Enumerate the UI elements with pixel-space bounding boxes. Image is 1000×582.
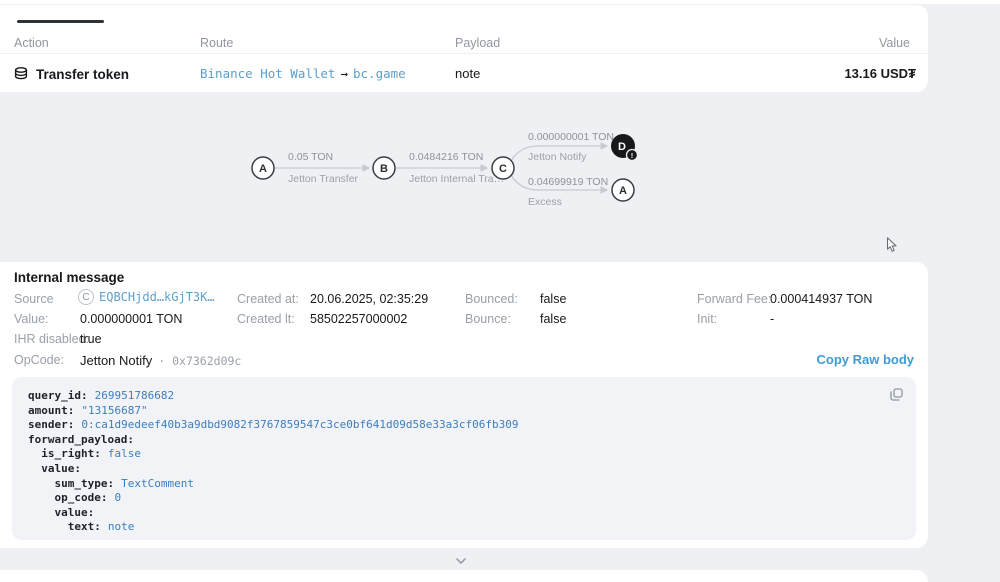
source-cell: C EQBCHjdd…kGjT3K… — [78, 289, 215, 305]
edge-amount: 0.0484216 TON — [409, 151, 483, 163]
route-to-link[interactable]: bc.game — [353, 66, 406, 81]
diagram-node-b[interactable]: B — [373, 157, 395, 179]
code-line: value: — [28, 506, 900, 521]
contract-badge-icon: C — [78, 289, 94, 305]
code-line: forward_payload: — [28, 433, 900, 448]
bounced-label: Bounced: — [465, 292, 518, 306]
route-cell: Binance Hot Wallet→bc.game — [200, 66, 406, 81]
opcode-hex: · 0x7362d09c — [158, 354, 241, 368]
expand-collapse-button[interactable] — [451, 553, 471, 569]
copy-raw-body-button[interactable]: Copy Raw body — [816, 352, 914, 367]
source-address-link[interactable]: EQBCHjdd…kGjT3K… — [99, 290, 215, 304]
svg-text:A: A — [619, 185, 627, 197]
database-icon — [14, 67, 28, 82]
edge-label: Jetton Transfer — [288, 173, 358, 185]
diagram-node-d-selected[interactable]: D ! — [611, 134, 638, 161]
edge-label: Excess — [528, 196, 562, 208]
route-arrow: → — [335, 66, 353, 81]
diagram-node-a2[interactable]: A — [612, 179, 634, 201]
created-lt-value: 58502257000002 — [310, 312, 407, 326]
column-header-action: Action — [14, 36, 49, 50]
copy-icon[interactable] — [890, 388, 903, 406]
edge-amount: 0.000000001 TON — [528, 131, 614, 143]
edge-amount: 0.04699919 TON — [528, 176, 608, 188]
code-line: text:note — [28, 520, 900, 535]
created-at-label: Created at: — [237, 292, 299, 306]
bounce-value: false — [540, 312, 566, 326]
svg-text:A: A — [259, 163, 267, 175]
payload-value: note — [455, 66, 480, 81]
svg-text:D: D — [618, 141, 626, 153]
edge-amount: 0.05 TON — [288, 151, 333, 163]
internal-message-card: Internal message Source C EQBCHjdd…kGjT3… — [0, 262, 928, 548]
code-line: op_code:0 — [28, 491, 900, 506]
svg-text:!: ! — [631, 151, 634, 160]
source-label: Source — [14, 292, 54, 306]
init-value: - — [770, 312, 774, 326]
header-divider — [0, 53, 928, 54]
init-label: Init: — [697, 312, 717, 326]
alert-badge-icon: ! — [627, 150, 638, 161]
ihr-disabled-value: true — [80, 332, 102, 346]
table-row-action-cell: Transfer token — [14, 63, 129, 85]
diagram-node-a1[interactable]: A — [252, 157, 274, 179]
bounced-value: false — [540, 292, 566, 306]
next-message-card[interactable] — [0, 570, 928, 582]
code-line: amount:"13156687" — [28, 404, 900, 419]
forward-fee-label: Forward Fee: — [697, 292, 771, 306]
code-line: is_right:false — [28, 447, 900, 462]
opcode-cell: Jetton Notify · 0x7362d09c — [80, 353, 241, 368]
transaction-trace-diagram: A B C D ! A 0.05 TON Jetton Transfer 0.0… — [225, 105, 665, 223]
column-header-value: Value — [879, 36, 910, 50]
transfer-value: 13.16 USD₮ — [844, 66, 916, 81]
column-header-payload: Payload — [455, 36, 500, 50]
edge-label: Jetton Internal Tra… — [409, 173, 504, 185]
created-lt-label: Created lt: — [237, 312, 295, 326]
svg-text:B: B — [380, 163, 388, 175]
edge-label: Jetton Notify — [528, 151, 586, 163]
column-header-route: Route — [200, 36, 233, 50]
code-line: sum_type:TextComment — [28, 477, 900, 492]
mouse-cursor — [886, 237, 900, 258]
created-at-value: 20.06.2025, 02:35:29 — [310, 292, 428, 306]
opcode-label: OpCode: — [14, 353, 64, 367]
bounce-label: Bounce: — [465, 312, 511, 326]
action-type-label: Transfer token — [36, 67, 129, 82]
decoded-body-code-block: query_id:269951786682 amount:"13156687" … — [12, 377, 916, 540]
panel-title: Internal message — [14, 270, 124, 285]
active-tab-indicator[interactable] — [17, 20, 104, 23]
forward-fee-value: 0.000414937 TON — [770, 292, 872, 306]
opcode-name: Jetton Notify — [80, 353, 152, 368]
value-label: Value: — [14, 312, 49, 326]
code-line: sender:0:ca1d9edeef40b3a9dbd9082f3767859… — [28, 418, 900, 433]
ihr-disabled-label: IHR disabled: — [14, 332, 89, 346]
value-value: 0.000000001 TON — [80, 312, 182, 326]
actions-table-card: Action Route Payload Value Transfer toke… — [0, 4, 928, 92]
route-from-link[interactable]: Binance Hot Wallet — [200, 66, 335, 81]
code-line: query_id:269951786682 — [28, 389, 900, 404]
code-line: value: — [28, 462, 900, 477]
